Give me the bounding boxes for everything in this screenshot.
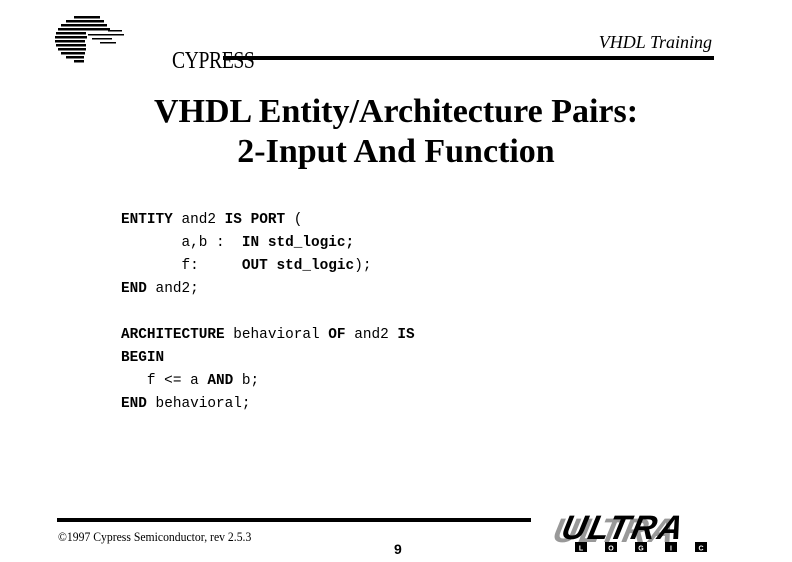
code-keyword: BEGIN [121,350,165,366]
code-keyword: END [121,281,147,297]
entity-code-block: ENTITY and2 IS PORT ( a,b : IN std_logic… [121,209,371,301]
logic-letter: G [638,546,644,553]
code-text: ( [285,212,303,228]
code-keyword: IS [224,212,242,228]
code-line: a,b : IN std_logic; [121,232,371,255]
logic-letter: I [670,546,672,553]
copyright-text: ©1997 Cypress Semiconductor, rev 2.5.3 [58,529,252,544]
code-text: f: [121,258,242,274]
code-keyword: PORT [250,212,286,228]
code-keyword: ARCHITECTURE [121,327,225,343]
code-line: ARCHITECTURE behavioral OF and2 IS [121,324,415,347]
code-keyword: IN [241,235,260,251]
slide-title: VHDL Entity/Architecture Pairs: 2-Input … [0,92,792,172]
code-keyword: OF [328,327,346,343]
title-line-2: 2-Input And Function [237,133,555,170]
logic-letter: C [698,546,703,553]
cypress-tree-icon [55,16,124,63]
code-text: ); [354,258,372,274]
logic-letter: O [608,546,614,553]
code-keyword: std_logic; [267,235,355,251]
code-line: f: OUT std_logic); [121,255,371,278]
code-text: and2 [345,327,398,343]
code-line: f <= a AND b; [121,370,415,393]
code-text: b; [233,373,260,389]
code-line: END behavioral; [121,393,415,416]
code-keyword: ENTITY [121,212,173,228]
logic-letter: L [579,546,584,553]
code-text: behavioral [224,327,329,343]
course-tag: VHDL Training [598,32,712,52]
footer-rule [57,518,531,522]
code-text: and2; [146,281,199,297]
code-line: END and2; [121,278,371,301]
code-text: f <= a [121,373,208,389]
code-keyword: END [121,396,147,412]
architecture-code-block: ARCHITECTURE behavioral OF and2 IS BEGIN … [121,324,415,416]
title-line-1: VHDL Entity/Architecture Pairs: [153,93,639,130]
code-text: and2 [172,212,225,228]
code-keyword: IS [397,327,415,343]
cypress-logo: CYPRESS [52,14,255,74]
code-keyword: std_logic [276,258,355,274]
code-text: behavioral; [146,396,251,412]
logo-text: CYPRESS [172,48,255,74]
ultra-logic-logo: ULTRA ULTRA LOGIC [553,515,707,553]
code-text: a,b : [121,235,242,251]
code-line: ENTITY and2 IS PORT ( [121,209,371,232]
code-keyword: OUT [241,258,268,274]
page-number: 9 [394,541,402,557]
code-keyword: AND [207,373,234,389]
header-rule [223,56,714,60]
code-line: BEGIN [121,347,415,370]
